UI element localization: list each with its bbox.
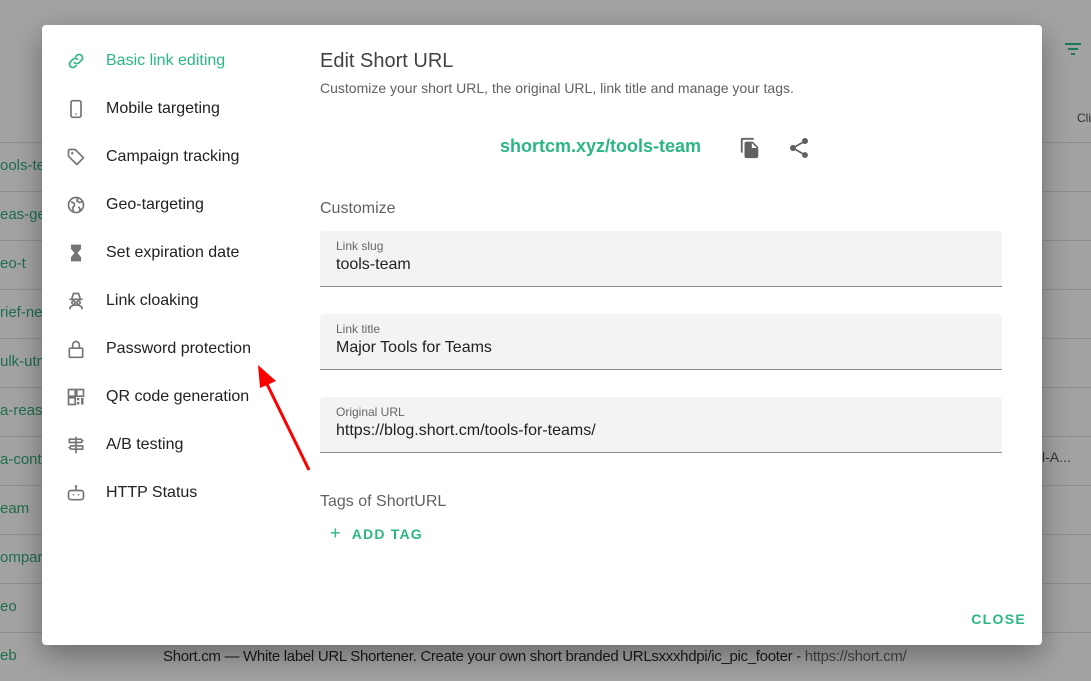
mobile-icon [66,99,106,119]
row-slug: eo-t [0,255,26,272]
signpost-icon [66,435,106,455]
globe-icon [66,195,106,215]
menu-item-label: HTTP Status [106,484,198,501]
column-header-clicks: Cli [1077,111,1091,125]
menu-item-campaign-tracking[interactable]: Campaign tracking [66,133,306,181]
link-slug-field[interactable]: Link slug [320,231,1002,287]
add-tag-label: ADD TAG [351,526,423,542]
footer-link[interactable]: https://short.cm/ [805,648,907,665]
row-slug: eas-ge [0,206,46,223]
link-title-field[interactable]: Link title [320,314,1002,370]
row-slug: eo [0,598,17,615]
dialog-subtitle: Customize your short URL, the original U… [320,80,794,96]
short-url-link[interactable]: shortcm.xyz/tools-team [500,136,701,157]
original-url-label: Original URL [336,405,405,419]
row-slug: eam [0,500,30,517]
add-tag-button[interactable]: + ADD TAG [330,523,423,544]
share-icon[interactable] [787,136,811,160]
footer-text: Short.cm — White label URL Shortener. Cr… [163,648,907,665]
spy-icon [66,291,106,311]
robot-icon [66,483,106,503]
original-url-input[interactable] [336,422,986,440]
row-slug: ompari [0,549,46,566]
menu-item-label: Campaign tracking [106,148,240,165]
copy-icon[interactable] [739,136,761,160]
menu-item-label: Basic link editing [106,52,226,69]
qr-code-icon [66,387,106,407]
link-slug-label: Link slug [336,239,384,253]
menu-item-label: QR code generation [106,388,250,405]
menu-item-label: Set expiration date [106,244,240,261]
link-title-input[interactable] [336,339,986,357]
hourglass-icon [66,243,106,263]
tags-heading: Tags of ShortURL [320,493,447,510]
menu-item-label: Mobile targeting [106,100,220,117]
close-button[interactable]: CLOSE [971,611,1026,627]
filter-icon[interactable] [1065,43,1081,57]
footer-separator: - [792,648,805,665]
plus-icon: + [330,523,342,543]
edit-short-url-dialog: Basic link editing Mobile targeting Campai… [42,25,1042,645]
row-title: l-A... [1042,449,1071,465]
menu-item-set-expiration-date[interactable]: Set expiration date [66,229,306,277]
footer-title: Short.cm — White label URL Shortener. Cr… [163,648,793,665]
menu-item-mobile-targeting[interactable]: Mobile targeting [66,85,306,133]
menu-item-link-cloaking[interactable]: Link cloaking [66,277,306,325]
menu-item-http-status[interactable]: HTTP Status [66,469,306,517]
menu-item-geo-targeting[interactable]: Geo-targeting [66,181,306,229]
menu-item-label: Geo-targeting [106,196,204,213]
original-url-field[interactable]: Original URL [320,397,1002,453]
link-icon [66,51,106,71]
menu-item-basic-link-editing[interactable]: Basic link editing [66,37,306,85]
menu-item-label: Link cloaking [106,292,199,309]
link-slug-input[interactable] [336,256,986,274]
row-slug: eb [0,647,17,664]
menu-item-label: Password protection [106,340,251,357]
lock-icon [66,339,106,359]
menu-item-label: A/B testing [106,436,184,453]
customize-heading: Customize [320,200,396,217]
link-title-label: Link title [336,322,381,336]
tag-icon [66,147,106,167]
dialog-title: Edit Short URL [320,50,454,72]
annotation-arrow [258,365,311,471]
